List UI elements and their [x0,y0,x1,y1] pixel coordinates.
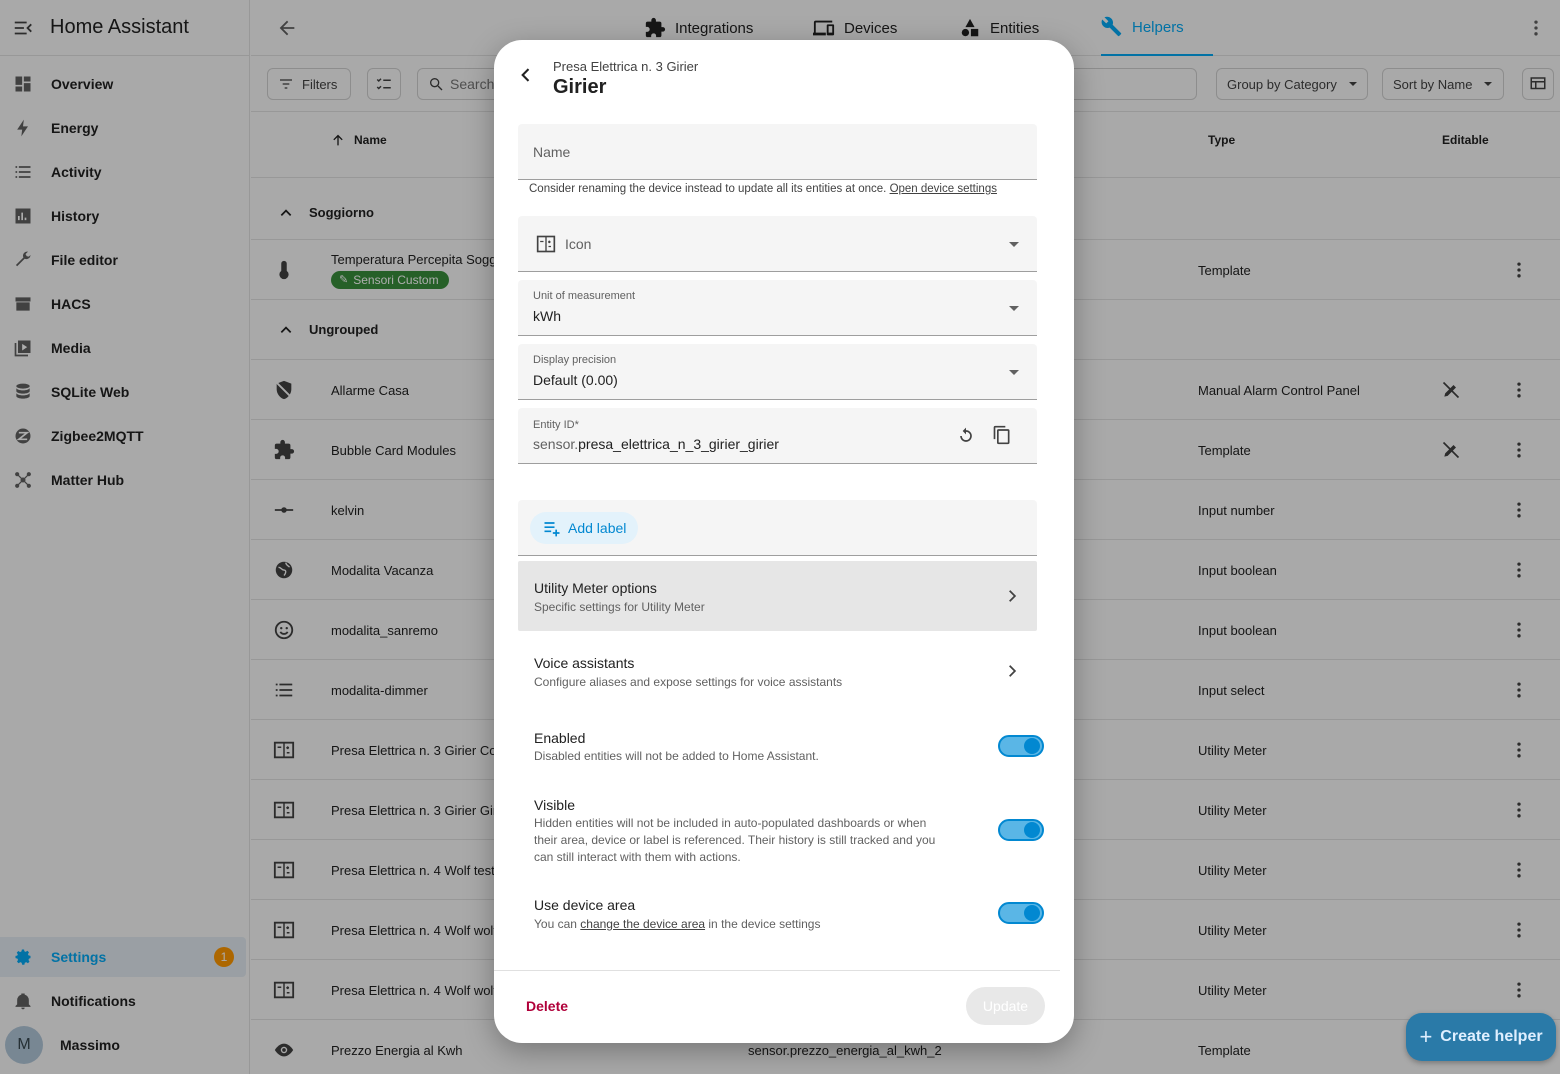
add-label-button[interactable]: Add label [530,512,639,544]
dialog-footer-divider [494,970,1060,971]
entity-id-field[interactable]: Entity ID* sensor.presa_elettrica_n_3_gi… [518,408,1037,464]
utility-meter-subtitle: Specific settings for Utility Meter [534,600,705,614]
visible-setting: Visible Hidden entities will not be incl… [518,786,1044,872]
restore-icon[interactable] [956,426,976,446]
enabled-subtitle: Disabled entities will not be added to H… [534,749,819,763]
dropdown-arrow-icon [1009,370,1019,375]
helper-text: Consider renaming the device instead to … [529,183,887,195]
device-area-subtitle: You can change the device area in the de… [534,916,820,933]
entity-id-text: presa_elettrica_n_3_girier_girier [578,436,779,452]
display-precision-select[interactable]: Display precision Default (0.00) [518,344,1037,400]
enabled-toggle[interactable] [998,735,1044,757]
unit-field-value: kWh [533,308,561,324]
icon-picker[interactable]: Icon [518,216,1037,272]
change-device-area-link[interactable]: change the device area [580,917,705,931]
enabled-title: Enabled [534,730,586,746]
visible-title: Visible [534,797,575,813]
device-area-toggle[interactable] [998,902,1044,924]
meter-icon [535,234,557,254]
open-device-settings-link[interactable]: Open device settings [890,183,997,195]
icon-field-label: Icon [565,236,592,252]
dialog-subtitle: Presa Elettrica n. 3 Girier [553,59,699,74]
update-button[interactable]: Update [966,987,1045,1025]
toggle-knob [1024,905,1040,921]
delete-button[interactable]: Delete [526,998,568,1014]
add-label-text: Add label [568,520,627,536]
enabled-setting: Enabled Disabled entities will not be ad… [518,720,1044,770]
entity-id-prefix: sensor. [533,436,579,452]
voice-assistants-title: Voice assistants [534,655,635,671]
dropdown-arrow-icon [1009,306,1019,311]
chevron-right-icon [1005,589,1019,603]
entity-settings-dialog: Presa Elettrica n. 3 Girier Girier Name … [494,40,1074,1043]
toggle-knob [1024,738,1040,754]
copy-icon[interactable] [992,425,1012,445]
utility-meter-title: Utility Meter options [534,580,657,596]
utility-meter-options-item[interactable]: Utility Meter options Specific settings … [518,561,1037,631]
visible-toggle[interactable] [998,819,1044,841]
voice-assistants-item[interactable]: Voice assistants Configure aliases and e… [518,636,1037,706]
entity-id-label: Entity ID* [533,419,579,431]
precision-field-label: Display precision [533,354,617,366]
dropdown-arrow-icon [1009,242,1019,247]
labels-field: Add label [518,500,1037,556]
plus-icon: + [1419,1024,1433,1049]
device-area-text: You can [534,917,577,931]
voice-assistants-subtitle: Configure aliases and expose settings fo… [534,675,843,689]
create-helper-label: Create helper [1440,1028,1543,1045]
chevron-right-icon [1005,664,1019,678]
use-device-area-setting: Use device area You can change the devic… [518,892,1044,942]
dialog-title: Girier [553,76,607,98]
name-field[interactable]: Name [518,124,1037,180]
unit-field-label: Unit of measurement [533,290,636,302]
visible-subtitle: Hidden entities will not be included in … [534,816,936,864]
entity-id-value: sensor.presa_elettrica_n_3_girier_girier [533,436,779,452]
create-helper-button[interactable]: + Create helper [1406,1013,1556,1061]
name-field-label: Name [533,144,571,160]
toggle-knob [1024,822,1040,838]
device-area-title: Use device area [534,897,636,913]
precision-field-value: Default (0.00) [533,372,618,388]
name-field-helper: Consider renaming the device instead to … [529,183,997,195]
back-chevron-icon[interactable] [516,65,536,85]
unit-of-measurement-select[interactable]: Unit of measurement kWh [518,280,1037,336]
playlist-add-icon [542,518,562,538]
device-area-text: in the device settings [708,917,821,931]
